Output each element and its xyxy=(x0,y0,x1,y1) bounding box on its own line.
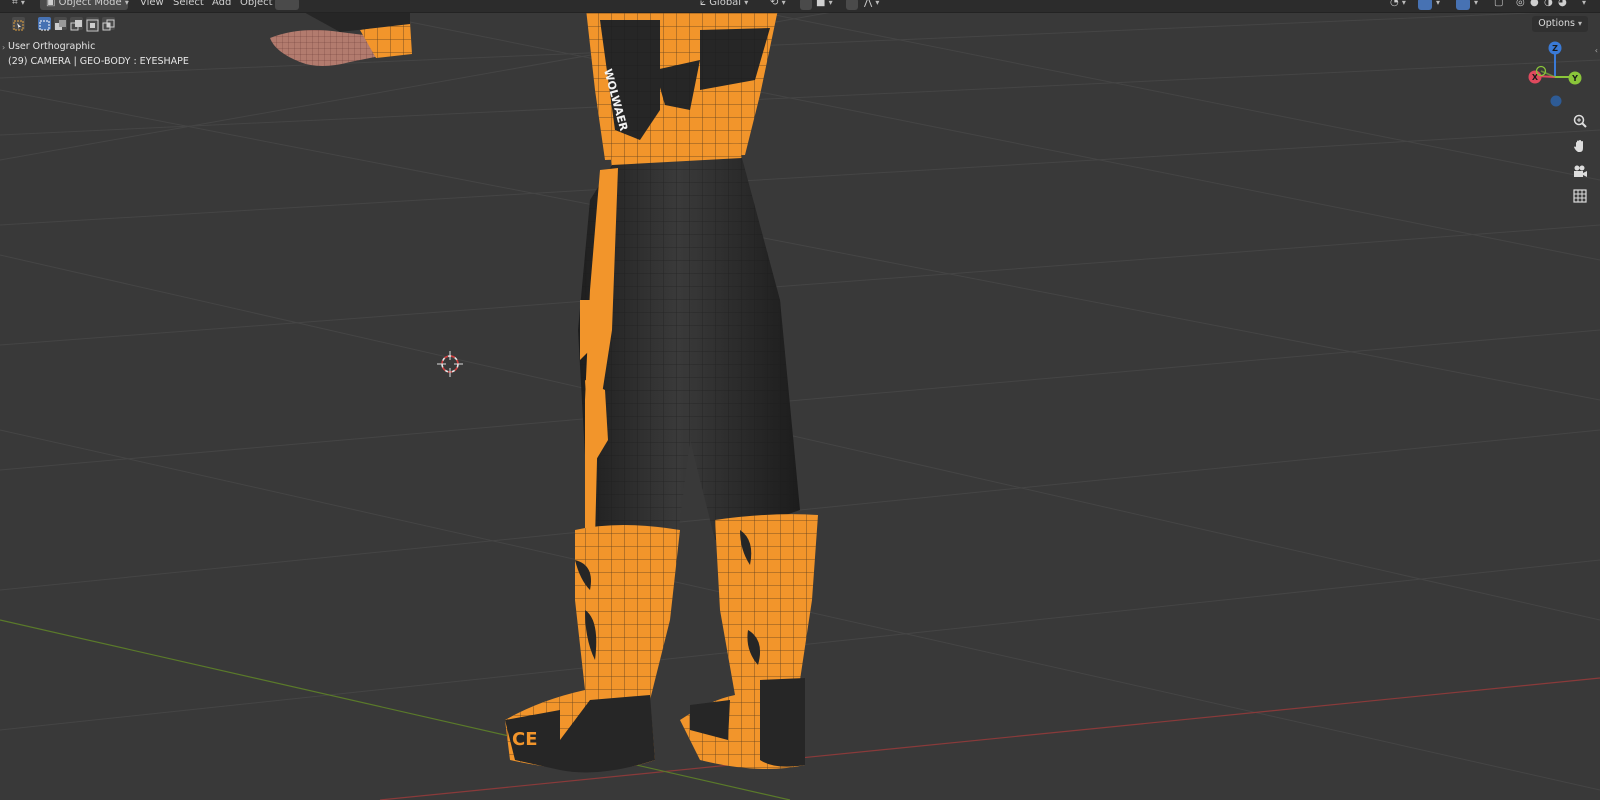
editor-type-icon[interactable]: ⌗ ▾ xyxy=(12,0,25,8)
pivot-point-dropdown[interactable]: ⟲ ▾ xyxy=(770,0,786,8)
menu-object[interactable]: Object xyxy=(240,0,273,8)
mode-label: ▣ Object Mode ▾ xyxy=(46,0,129,8)
proportional-edit-toggle[interactable] xyxy=(846,0,858,10)
camera-view-icon[interactable] xyxy=(1569,160,1591,182)
proportional-falloff-dropdown[interactable]: ⋀ ▾ xyxy=(864,0,879,8)
gizmo-neg-z-axis[interactable] xyxy=(1550,95,1562,107)
pan-hand-icon[interactable] xyxy=(1569,135,1591,157)
shading-rendered-icon[interactable]: ◕ xyxy=(1558,0,1567,8)
snap-toggle[interactable] xyxy=(800,0,812,10)
orientation-icon: ⟀ xyxy=(700,0,706,8)
shading-wireframe-icon[interactable]: ◎ xyxy=(1516,0,1525,8)
snap-target-dropdown[interactable]: ■ ▾ xyxy=(816,0,833,8)
gizmo-toggle[interactable] xyxy=(1418,0,1432,10)
shading-dropdown[interactable]: ▾ xyxy=(1582,0,1586,8)
object-info: (29) CAMERA | GEO-BODY : EYESHAPE xyxy=(8,56,189,67)
gizmo-dropdown[interactable]: ▾ xyxy=(1436,0,1440,8)
3d-viewport[interactable]: WOLWAER CE xyxy=(0,0,1600,800)
character-torso: WOLWAER xyxy=(585,0,780,168)
character-legs xyxy=(578,158,800,560)
viewport-header: ⌗ ▾ ▣ Object Mode ▾ View Select Add Obje… xyxy=(0,0,1600,13)
visibility-dropdown[interactable]: ◔ ▾ xyxy=(1390,0,1406,8)
collection-dropdown[interactable] xyxy=(275,0,299,10)
overlays-toggle[interactable] xyxy=(1456,0,1470,10)
character-boots: CE xyxy=(505,514,818,773)
sidebar-toggle-icon[interactable]: ‹ xyxy=(1595,46,1598,55)
svg-text:Y: Y xyxy=(1571,74,1578,83)
object-mode-icon: ▣ xyxy=(46,0,56,8)
menu-select[interactable]: Select xyxy=(173,0,204,8)
select-invert-icon[interactable] xyxy=(86,17,99,32)
y-axis-line xyxy=(0,619,791,800)
select-intersect-icon[interactable] xyxy=(102,17,115,31)
cursor-select-icon[interactable] xyxy=(12,17,25,31)
svg-text:Z: Z xyxy=(1552,44,1558,53)
orthographic-grid-icon[interactable] xyxy=(1569,185,1591,207)
toolbar-toggle-icon[interactable]: › xyxy=(2,43,5,52)
3d-cursor-icon[interactable] xyxy=(437,351,463,377)
select-extend-icon[interactable] xyxy=(54,17,67,30)
menu-view[interactable]: View xyxy=(140,0,164,8)
shading-solid-icon[interactable]: ● xyxy=(1530,0,1539,8)
zoom-icon[interactable] xyxy=(1569,110,1591,132)
select-subtract-icon[interactable] xyxy=(70,17,83,31)
overlays-dropdown[interactable]: ▾ xyxy=(1474,0,1478,8)
select-new-icon[interactable] xyxy=(38,17,51,31)
navigation-gizmo[interactable]: Z X Y xyxy=(1520,40,1590,110)
transform-orientation-dropdown[interactable]: ⟀ Global ▾ xyxy=(700,0,748,8)
menu-add[interactable]: Add xyxy=(212,0,231,8)
view-name: User Orthographic xyxy=(8,41,96,52)
shading-material-icon[interactable]: ◑ xyxy=(1544,0,1553,8)
svg-text:CE: CE xyxy=(512,729,538,750)
xray-toggle[interactable]: ▢ xyxy=(1494,0,1503,8)
options-button[interactable]: Options ▾ xyxy=(1532,16,1588,32)
